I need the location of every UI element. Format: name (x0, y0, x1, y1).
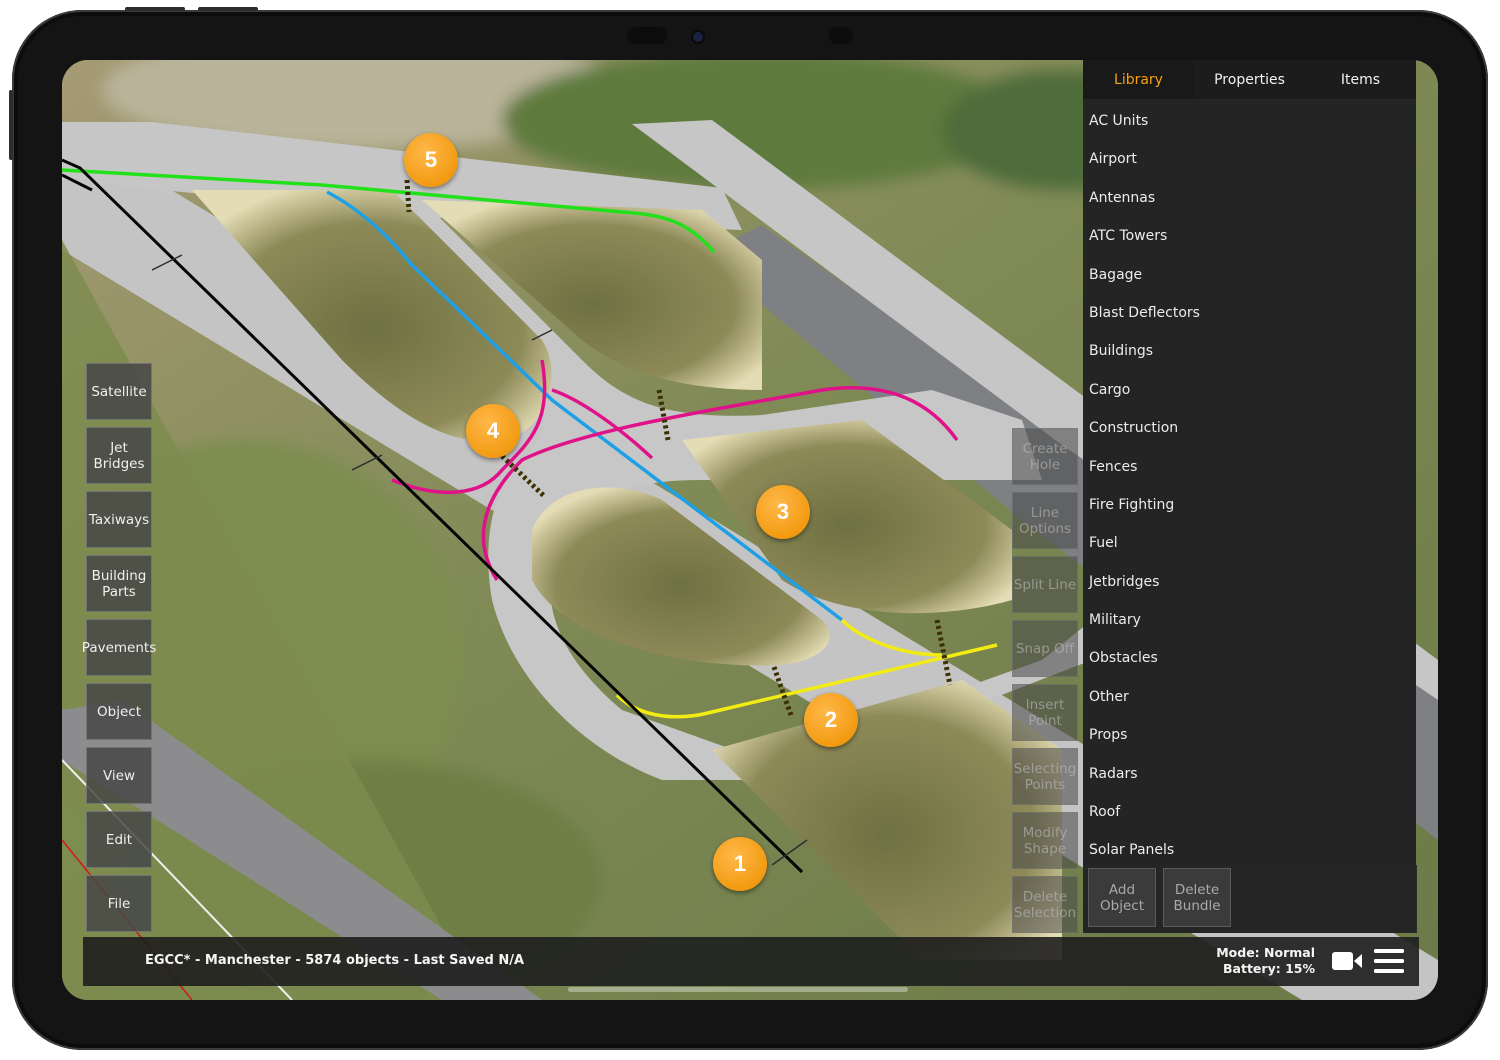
volume-down-button (198, 7, 258, 11)
library-item-antennas[interactable]: Antennas (1083, 176, 1416, 214)
library-item-fuel[interactable]: Fuel (1083, 521, 1416, 559)
side-button (9, 90, 13, 160)
library-item-radars[interactable]: Radars (1083, 752, 1416, 790)
tab-properties[interactable]: Properties (1194, 60, 1305, 99)
library-item-obstacles[interactable]: Obstacles (1083, 636, 1416, 674)
library-item-buildings[interactable]: Buildings (1083, 329, 1416, 367)
status-bar: EGCC* - Manchester - 5874 objects - Last… (83, 937, 1419, 986)
library-panel: Library Properties Items AC Units Airpor… (1083, 60, 1416, 933)
tab-library[interactable]: Library (1083, 60, 1194, 99)
callout-marker-2: 2 (804, 693, 858, 747)
battery-label: Battery: 15% (1223, 961, 1315, 976)
library-item-other[interactable]: Other (1083, 675, 1416, 713)
callout-marker-1: 1 (713, 837, 767, 891)
mode-label: Mode: Normal (1216, 945, 1315, 960)
library-item-construction[interactable]: Construction (1083, 406, 1416, 444)
status-info: EGCC* - Manchester - 5874 objects - Last… (145, 953, 525, 968)
modify-shape-button[interactable]: Modify Shape (1012, 812, 1078, 869)
front-sensor (627, 27, 667, 44)
library-item-props[interactable]: Props (1083, 713, 1416, 751)
callout-marker-5: 5 (404, 133, 458, 187)
library-item-fire-fighting[interactable]: Fire Fighting (1083, 483, 1416, 521)
selecting-points-button[interactable]: Selecting Points (1012, 748, 1078, 805)
app-screen: 1 2 3 4 5 Satellite Jet Bridges Taxiways… (62, 60, 1438, 1000)
panel-tab-bar: Library Properties Items (1083, 60, 1416, 99)
library-item-jetbridges[interactable]: Jetbridges (1083, 560, 1416, 598)
building-parts-button[interactable]: Building Parts (86, 555, 152, 612)
delete-bundle-button[interactable]: Delete Bundle (1163, 868, 1231, 927)
insert-point-button[interactable]: Insert Point (1012, 684, 1078, 741)
library-item-roof[interactable]: Roof (1083, 790, 1416, 828)
snap-off-button[interactable]: Snap Off (1012, 620, 1078, 677)
library-item-military[interactable]: Military (1083, 598, 1416, 636)
taxiways-button[interactable]: Taxiways (86, 491, 152, 548)
library-item-solar-panels[interactable]: Solar Panels (1083, 828, 1416, 866)
front-sensor (829, 27, 853, 44)
home-indicator[interactable] (568, 987, 908, 992)
library-item-ac-units[interactable]: AC Units (1083, 99, 1416, 137)
delete-selection-button[interactable]: Delete Selection (1012, 876, 1078, 933)
library-panel-footer: Add Object Delete Bundle (1083, 865, 1417, 933)
view-button[interactable]: View (86, 747, 152, 804)
tab-items[interactable]: Items (1305, 60, 1416, 99)
split-line-button[interactable]: Split Line (1012, 556, 1078, 613)
library-list: AC Units Airport Antennas ATC Towers Bag… (1083, 99, 1416, 867)
edit-button[interactable]: Edit (86, 811, 152, 868)
file-button[interactable]: File (86, 875, 152, 932)
mode-battery-readout: Mode: Normal Battery: 15% (1216, 945, 1315, 977)
library-item-fences[interactable]: Fences (1083, 445, 1416, 483)
front-camera (693, 32, 703, 42)
volume-up-button (125, 7, 185, 11)
object-button[interactable]: Object (86, 683, 152, 740)
add-object-button[interactable]: Add Object (1088, 868, 1156, 927)
create-hole-button[interactable]: Create Hole (1012, 428, 1078, 485)
pavements-button[interactable]: Pavements (82, 619, 156, 676)
line-options-button[interactable]: Line Options (1012, 492, 1078, 549)
callout-marker-3: 3 (756, 485, 810, 539)
jet-bridges-button[interactable]: Jet Bridges (86, 427, 152, 484)
library-item-blast-deflectors[interactable]: Blast Deflectors (1083, 291, 1416, 329)
library-item-airport[interactable]: Airport (1083, 137, 1416, 175)
library-item-atc-towers[interactable]: ATC Towers (1083, 214, 1416, 252)
video-camera-icon[interactable] (1331, 949, 1363, 973)
hamburger-menu-icon[interactable] (1373, 947, 1405, 975)
satellite-button[interactable]: Satellite (86, 363, 152, 420)
library-item-bagage[interactable]: Bagage (1083, 253, 1416, 291)
library-item-cargo[interactable]: Cargo (1083, 368, 1416, 406)
callout-marker-4: 4 (466, 404, 520, 458)
